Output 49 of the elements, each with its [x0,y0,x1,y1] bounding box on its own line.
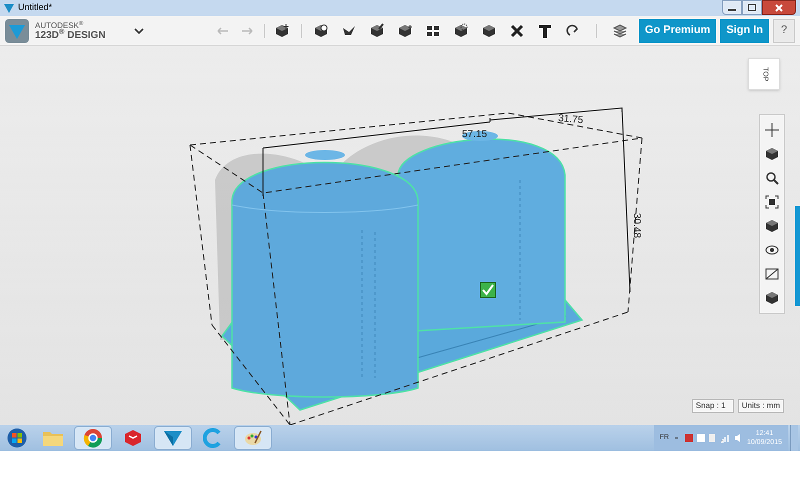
cube-icon [124,429,142,447]
orbit-icon [764,146,780,162]
fit-icon [764,194,780,210]
snap-icon [564,22,581,38]
taskbar-app[interactable] [154,426,192,450]
brand-name: AUTODESK$^{®}$ [35,20,84,30]
measure-icon [480,22,497,38]
pan-icon [764,122,780,138]
app-logo-icon [4,4,14,12]
dimension-label: 31.75 [558,113,584,126]
units-indicator: Units : mm [738,399,784,413]
close-button[interactable] [762,0,796,15]
sketch-icon [312,22,329,38]
header-button[interactable]: Go Premium [638,18,716,42]
header-button[interactable]: Sign In [720,18,769,42]
snap-indicator: Snap : 1 [692,399,734,413]
triangle-logo-icon [163,429,183,447]
views-icon [764,218,780,234]
dimension-label: 57.15 [462,129,488,140]
windows-logo-icon [7,428,27,448]
taskbar-app[interactable] [74,426,112,450]
text-tool-icon [536,22,553,38]
c-letter-icon [203,428,223,448]
material-view-icon [764,290,780,306]
minimize-icon [728,9,736,11]
browser-icon [83,428,103,448]
pattern-icon [396,22,413,38]
combine-icon [452,22,469,38]
folder-icon [42,429,64,447]
modify-icon [368,22,385,38]
taskbar-app[interactable] [234,426,272,450]
maximize-button[interactable] [742,0,762,15]
minimize-button[interactable] [722,0,742,15]
delete-icon [508,22,525,38]
window-title: Untitled* [18,1,52,14]
hide-mesh-icon [764,266,780,282]
selection-check-icon [480,282,496,298]
product-name: 123D$^{®}$ DESIGN [35,30,106,40]
palette-icon [243,428,263,448]
close-icon [775,4,783,12]
restore-icon [748,4,756,11]
add-primitive-icon [274,22,290,38]
tray-icons-drawing [672,433,743,443]
material-icon [612,22,628,38]
dimension-label: 30.48 [631,213,642,238]
chevron-down-icon [134,28,144,34]
app-logo-icon [5,18,29,42]
zoom-icon [764,170,780,186]
help-button[interactable]: ? [773,18,795,42]
